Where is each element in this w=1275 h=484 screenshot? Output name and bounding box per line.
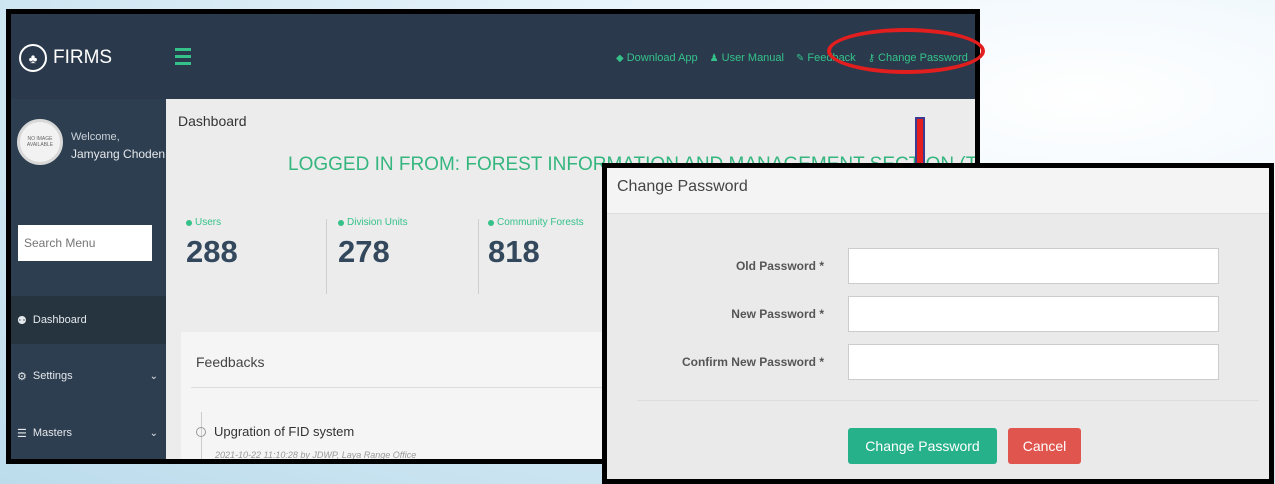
tree-logo-icon: ♣ (19, 44, 47, 72)
new-password-row: New Password * (607, 296, 1269, 332)
sidebar-item-label: Dashboard (32, 314, 87, 326)
stat-label: Users (195, 217, 222, 228)
highlight-ellipse (827, 28, 985, 74)
confirm-password-row: Confirm New Password * (607, 344, 1269, 380)
status-dot-icon (186, 219, 192, 226)
status-dot-icon (338, 219, 344, 226)
sidebar-item-label: Settings (32, 370, 73, 382)
sidebar-item-dashboard[interactable]: ⚉ Dashboard (11, 296, 169, 344)
hamburger-menu-icon[interactable] (175, 48, 191, 69)
dashboard-icon: ⚉ (17, 314, 27, 327)
modal-header: Change Password (607, 168, 1269, 214)
change-password-modal: Change Password Old Password * New Passw… (602, 163, 1274, 484)
modal-title: Change Password (617, 178, 748, 195)
page-title: Dashboard (178, 113, 247, 129)
stat-value: 288 (186, 234, 238, 269)
user-panel: NO IMAGE AVAILABLE Welcome, Jamyang Chod… (11, 99, 166, 199)
sidebar-item-settings[interactable]: ⚙ Settings ⌄ (11, 352, 166, 400)
feedbacks-panel: Feedbacks Upgration of FID system 2021-1… (181, 332, 641, 460)
nav-user-manual[interactable]: ♟ User Manual (710, 52, 784, 64)
person-icon: ♟ (709, 52, 719, 64)
modal-body: Old Password * New Password * Confirm Ne… (607, 214, 1269, 479)
edit-icon: ✎ (795, 52, 805, 64)
brand-name: FIRMS (53, 47, 113, 68)
user-name: Jamyang Choden (71, 147, 166, 161)
chevron-down-icon: ⌄ (149, 370, 158, 382)
timeline-circle-icon (196, 426, 206, 437)
stat-label: Community Forests (497, 217, 584, 228)
confirm-password-field[interactable] (848, 344, 1219, 380)
sidebar-item-masters[interactable]: ☰ Masters ⌄ (11, 409, 166, 457)
list-icon: ☰ (17, 427, 27, 440)
new-password-label: New Password * (731, 307, 824, 321)
old-password-label: Old Password * (735, 259, 824, 273)
stat-label: Division Units (347, 217, 408, 228)
feedback-item-meta: 2021-10-22 11:10:28 by JDWP, Laya Range … (215, 450, 417, 460)
sidebar: NO IMAGE AVAILABLE Welcome, Jamyang Chod… (11, 99, 172, 459)
stat-community-forests[interactable]: Community Forests 818 (488, 217, 584, 270)
sidebar-item-label: Masters (32, 427, 72, 439)
confirm-password-label: Confirm New Password * (681, 355, 824, 369)
feedback-item[interactable]: Upgration of FID system (196, 424, 354, 439)
search-area (11, 213, 172, 283)
feedback-item-title: Upgration of FID system (214, 424, 355, 439)
stat-users[interactable]: Users 288 (186, 217, 238, 270)
new-password-field[interactable] (848, 296, 1219, 332)
cancel-button[interactable]: Cancel (1008, 428, 1081, 464)
feedbacks-title: Feedbacks (196, 354, 265, 370)
change-password-button[interactable]: Change Password (848, 428, 997, 464)
welcome-text: Welcome, (71, 131, 120, 143)
stat-value: 278 (338, 234, 390, 269)
modal-panel: Change Password Old Password * New Passw… (607, 168, 1269, 479)
status-dot-icon (488, 219, 494, 226)
old-password-field[interactable] (848, 248, 1219, 284)
android-icon: ◆ (616, 52, 624, 64)
brand[interactable]: ♣ FIRMS (19, 44, 112, 72)
stat-division-units[interactable]: Division Units 278 (338, 217, 408, 270)
divider (326, 219, 327, 294)
nav-download-app[interactable]: ◆ Download App (616, 52, 698, 64)
avatar: NO IMAGE AVAILABLE (17, 119, 63, 165)
divider (637, 400, 1259, 401)
chevron-down-icon: ⌄ (149, 427, 158, 439)
search-menu-input[interactable] (18, 225, 152, 261)
nav-label: Download App (626, 52, 698, 64)
divider (191, 387, 631, 388)
stat-value: 818 (488, 234, 540, 269)
divider (478, 219, 479, 294)
old-password-row: Old Password * (607, 248, 1269, 284)
nav-label: User Manual (721, 52, 784, 64)
avatar-text: NO IMAGE AVAILABLE (26, 136, 54, 148)
settings-icon: ⚙ (17, 370, 27, 383)
